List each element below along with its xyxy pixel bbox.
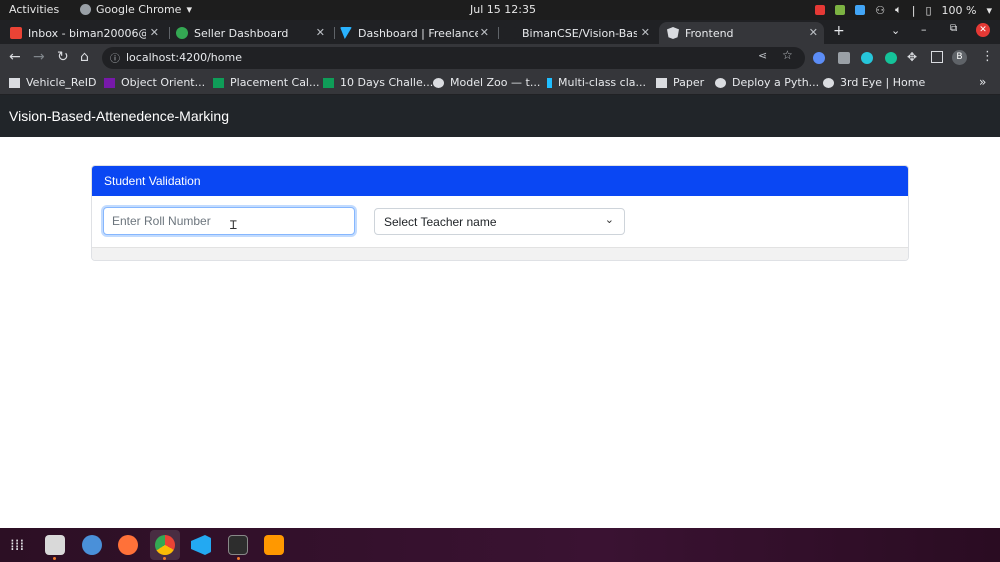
tab-title: Inbox - biman20006@li bbox=[28, 26, 146, 40]
back-icon[interactable]: ← bbox=[9, 49, 21, 65]
close-icon[interactable]: ✕ bbox=[641, 26, 650, 39]
activities-button[interactable]: Activities bbox=[9, 3, 59, 16]
tab-search-icon[interactable]: ⌄ bbox=[891, 24, 900, 37]
chrome-dock-icon[interactable] bbox=[155, 535, 175, 555]
bookmark-multi-class[interactable]: Multi-class cla... bbox=[547, 76, 646, 89]
teacher-select[interactable]: Select Teacher name ⌄ bbox=[374, 208, 625, 235]
extensions-puzzle-icon[interactable]: ✥ bbox=[907, 50, 917, 64]
app-grid-icon[interactable]: ⁞⁞⁞ bbox=[10, 536, 24, 554]
network-icon: ⚇ bbox=[875, 3, 886, 17]
github-icon bbox=[504, 27, 516, 39]
caret-down-icon: ▾ bbox=[986, 3, 992, 17]
tab-title: Dashboard | Freelancer bbox=[358, 26, 478, 40]
battery-icon: ▯ bbox=[925, 3, 932, 17]
globe-icon bbox=[715, 77, 726, 88]
firefox-icon[interactable] bbox=[118, 535, 138, 555]
angular-icon bbox=[667, 27, 679, 39]
seller-icon bbox=[176, 27, 188, 39]
close-icon[interactable]: ✕ bbox=[480, 26, 489, 39]
chrome-icon bbox=[80, 4, 91, 15]
home-icon[interactable]: ⌂ bbox=[80, 49, 89, 65]
reload-icon[interactable]: ↻ bbox=[57, 49, 69, 65]
bookmark-placement[interactable]: Placement Cal... bbox=[213, 76, 319, 89]
new-tab-icon[interactable]: + bbox=[833, 23, 845, 39]
forward-icon[interactable]: → bbox=[33, 49, 45, 65]
sheets-icon bbox=[323, 77, 334, 88]
running-indicator bbox=[163, 557, 166, 560]
tab-github[interactable]: BimanCSE/Vision-Base ✕ bbox=[504, 22, 656, 44]
side-panel-icon[interactable] bbox=[931, 51, 943, 63]
profile-avatar[interactable]: B bbox=[952, 50, 967, 65]
app-name: Google Chrome bbox=[96, 3, 182, 16]
bookmark-vehicle-reid[interactable]: Vehicle_ReID bbox=[9, 76, 96, 89]
battery-level: 100 % bbox=[941, 3, 977, 17]
running-indicator bbox=[237, 557, 240, 560]
folder-icon bbox=[656, 77, 667, 88]
more-bookmarks-icon[interactable]: » bbox=[979, 75, 986, 89]
camera-icon bbox=[815, 5, 826, 15]
folder-icon bbox=[9, 77, 20, 88]
tab-title: Seller Dashboard bbox=[194, 26, 289, 40]
app-brand[interactable]: Vision-Based-Attenedence-Marking bbox=[9, 108, 229, 124]
share-icon[interactable]: ⋖ bbox=[758, 49, 767, 62]
card-footer bbox=[92, 247, 908, 260]
tab-frontend[interactable]: Frontend ✕ bbox=[659, 22, 824, 44]
gmail-icon bbox=[10, 27, 22, 39]
caret-down-icon: ▾ bbox=[186, 3, 192, 16]
menu-kebab-icon[interactable]: ⋮ bbox=[981, 49, 994, 64]
roll-number-input[interactable] bbox=[103, 207, 355, 235]
kaggle-icon bbox=[547, 77, 552, 88]
text-cursor-icon: Ɪ bbox=[230, 218, 237, 232]
url-text[interactable]: localhost:4200/home bbox=[126, 51, 242, 64]
vpn-icon bbox=[835, 5, 846, 15]
teacher-select-value: Select Teacher name bbox=[384, 215, 497, 229]
extension-icon[interactable] bbox=[813, 52, 825, 64]
clock[interactable]: Jul 15 12:35 bbox=[470, 3, 536, 16]
shield-icon bbox=[855, 5, 866, 15]
window-close-icon[interactable]: ✕ bbox=[976, 23, 990, 37]
close-icon[interactable]: ✕ bbox=[316, 26, 325, 39]
bookmark-model-zoo[interactable]: Model Zoo — t... bbox=[433, 76, 540, 89]
onenote-icon bbox=[104, 77, 115, 88]
sublime-text-icon[interactable] bbox=[264, 535, 284, 555]
sheets-icon bbox=[213, 77, 224, 88]
app-menu[interactable]: Google Chrome ▾ bbox=[80, 3, 192, 16]
minimize-icon[interactable]: – bbox=[921, 23, 927, 36]
close-icon[interactable]: ✕ bbox=[150, 26, 159, 39]
card-header: Student Validation bbox=[92, 166, 908, 196]
tab-title: BimanCSE/Vision-Base bbox=[522, 26, 637, 40]
bookmark-10-days[interactable]: 10 Days Challe... bbox=[323, 76, 433, 89]
terminal-icon[interactable] bbox=[228, 535, 248, 555]
microphone-icon: | bbox=[911, 3, 916, 17]
bookmark-3rd-eye[interactable]: 3rd Eye | Home bbox=[823, 76, 925, 89]
globe-icon bbox=[823, 77, 834, 88]
tab-seller-dashboard[interactable]: Seller Dashboard ✕ bbox=[176, 22, 331, 44]
star-icon[interactable]: ☆ bbox=[782, 48, 793, 62]
chart-extension-icon[interactable] bbox=[838, 52, 850, 64]
bookmark-paper[interactable]: Paper bbox=[656, 76, 704, 89]
info-icon[interactable]: ⓘ bbox=[110, 50, 120, 65]
tab-freelancer[interactable]: Dashboard | Freelancer ✕ bbox=[340, 22, 495, 44]
bookmarks-bar: Vehicle_ReID Object Orient... Placement … bbox=[0, 72, 1000, 95]
volume-icon: 🔈︎ bbox=[895, 3, 902, 16]
tab-title: Frontend bbox=[685, 26, 734, 40]
restore-icon[interactable]: ⧉ bbox=[950, 23, 957, 34]
bookmark-deploy-python[interactable]: Deploy a Pyth... bbox=[715, 76, 819, 89]
grammarly-icon[interactable] bbox=[885, 52, 897, 64]
files-icon[interactable] bbox=[45, 535, 65, 555]
diamond-extension-icon[interactable] bbox=[861, 52, 873, 64]
tab-strip: Inbox - biman20006@li ✕ Seller Dashboard… bbox=[0, 20, 1000, 44]
freelancer-icon bbox=[340, 27, 352, 39]
thunderbird-icon[interactable] bbox=[82, 535, 102, 555]
globe-icon bbox=[433, 77, 444, 88]
system-tray[interactable]: ⚇ 🔈︎ | ▯ 100 % ▾ bbox=[815, 3, 992, 17]
tab-inbox[interactable]: Inbox - biman20006@li ✕ bbox=[10, 22, 165, 44]
running-indicator bbox=[53, 557, 56, 560]
card-title: Student Validation bbox=[104, 174, 201, 188]
bookmark-object-oriented[interactable]: Object Orient... bbox=[104, 76, 205, 89]
system-top-bar: Activities Google Chrome ▾ Jul 15 12:35 … bbox=[0, 0, 1000, 20]
close-icon[interactable]: ✕ bbox=[809, 26, 818, 39]
chevron-down-icon: ⌄ bbox=[604, 213, 614, 226]
